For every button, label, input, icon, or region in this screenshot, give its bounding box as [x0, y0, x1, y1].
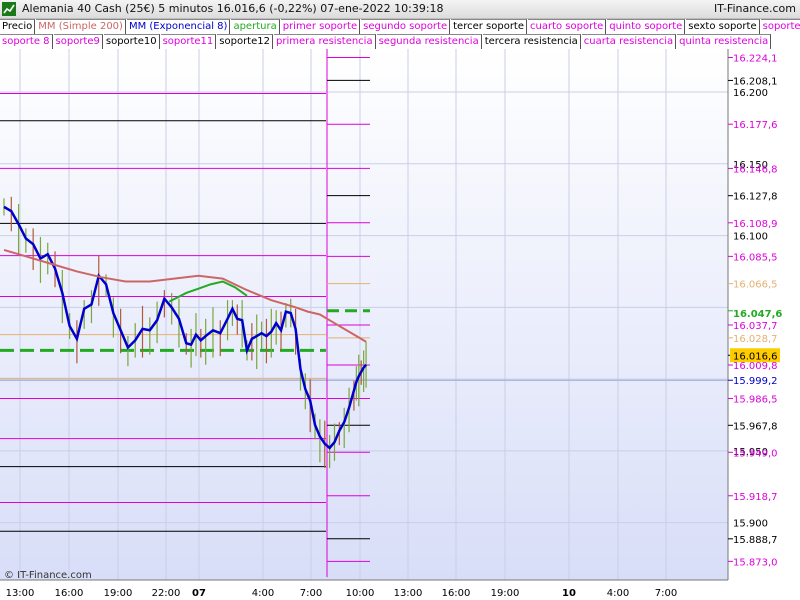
price-label: 15.986,5 — [733, 394, 778, 405]
time-axis: 13:00 16:00 19:00 22:00 07 4:00 7:00 10:00 13:00… — [0, 579, 800, 600]
x-tick-label: 22:00 — [152, 588, 181, 599]
price-label: 16.009,8 — [733, 361, 778, 372]
price-chart[interactable]: 16.20016.15016.10015.95015.90016.224,116… — [0, 0, 800, 600]
x-tick-label: 19:00 — [491, 588, 520, 599]
price-label: 16.224,1 — [733, 53, 778, 64]
x-tick-label: 13:00 — [6, 588, 35, 599]
price-label: 16.037,7 — [733, 321, 778, 332]
x-tick-label: 07 — [192, 588, 206, 599]
x-tick-label: 7:00 — [300, 588, 322, 599]
watermark: © IT-Finance.com — [4, 570, 92, 581]
price-label: 15.949,0 — [733, 448, 778, 459]
x-tick-label: 16:00 — [442, 588, 471, 599]
price-label: 16.208,1 — [733, 76, 778, 87]
plot-area — [0, 49, 728, 580]
price-label: 16.177,6 — [733, 120, 778, 131]
x-tick-label: 19:00 — [104, 588, 133, 599]
y-tick-label: 16.100 — [733, 232, 768, 243]
price-label: 15.967,8 — [733, 421, 778, 432]
y-tick-label: 16.200 — [733, 88, 768, 99]
x-tick-label: 16:00 — [55, 588, 84, 599]
price-label: 15.888,7 — [733, 535, 778, 546]
x-tick-label: 10 — [562, 588, 576, 599]
y-tick-label: 15.900 — [733, 519, 768, 530]
x-tick-label: 4:00 — [607, 588, 629, 599]
x-tick-label: 4:00 — [252, 588, 274, 599]
price-label: 16.085,5 — [733, 252, 778, 263]
price-label: 15.918,7 — [733, 492, 778, 503]
x-tick-label: 7:00 — [655, 588, 677, 599]
price-axis: 16.20016.15016.10015.95015.90016.224,116… — [727, 49, 800, 580]
price-label: 15.873,0 — [733, 557, 778, 568]
price-label: 16.108,9 — [733, 219, 778, 230]
price-label: 16.066,5 — [733, 280, 778, 291]
price-label: 16.127,8 — [733, 192, 778, 203]
price-label: 15.999,2 — [733, 376, 778, 387]
price-label: 16.047,6 — [733, 309, 782, 320]
price-label: 16.028,7 — [733, 334, 778, 345]
x-tick-label: 10:00 — [346, 588, 375, 599]
x-tick-label: 13:00 — [394, 588, 423, 599]
price-label: 16.146,8 — [733, 164, 778, 175]
